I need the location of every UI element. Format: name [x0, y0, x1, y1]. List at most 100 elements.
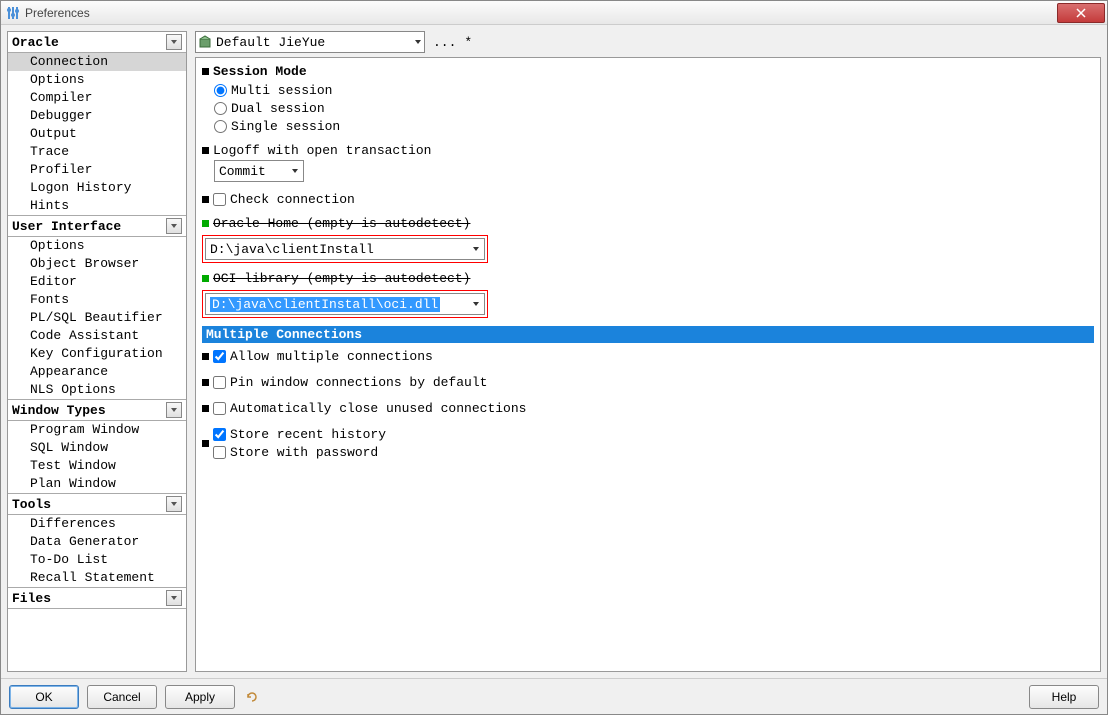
sidebar-item[interactable]: SQL Window [8, 439, 186, 457]
preset-icon [198, 35, 212, 49]
store-password-row[interactable]: Store with password [213, 443, 386, 461]
category-header[interactable]: Oracle [8, 32, 186, 53]
cancel-button[interactable]: Cancel [87, 685, 157, 709]
sidebar-item[interactable]: Output [8, 125, 186, 143]
flag-icon [202, 68, 209, 75]
sidebar-item[interactable]: Code Assistant [8, 327, 186, 345]
sidebar-item[interactable]: Test Window [8, 457, 186, 475]
logoff-combo[interactable]: Commit [214, 160, 304, 182]
oracle-home-highlight: D:\java\clientInstall [202, 235, 488, 263]
chevron-down-icon [291, 164, 299, 179]
sidebar-item[interactable]: Logon History [8, 179, 186, 197]
sidebar: OracleConnectionOptionsCompilerDebuggerO… [7, 31, 187, 672]
session-mode-group: Session Mode Multi sessionDual sessionSi… [202, 64, 1094, 135]
oci-library-combo[interactable]: D:\java\clientInstall\oci.dll [205, 293, 485, 315]
allow-multiple-checkbox[interactable] [213, 350, 226, 363]
chevron-down-icon[interactable] [166, 402, 182, 418]
category-label: Window Types [12, 403, 106, 418]
bottom-bar: OK Cancel Apply Help [1, 678, 1107, 714]
logoff-group: Logoff with open transaction Commit [202, 143, 1094, 182]
flag-icon [202, 275, 209, 282]
preset-combo[interactable]: Default JieYue [195, 31, 425, 53]
sidebar-item[interactable]: Options [8, 71, 186, 89]
check-connection-checkbox[interactable] [213, 193, 226, 206]
session-radio[interactable] [214, 120, 227, 133]
store-history-row[interactable]: Store recent history [213, 425, 386, 443]
oci-library-highlight: D:\java\clientInstall\oci.dll [202, 290, 488, 318]
sidebar-item[interactable]: Plan Window [8, 475, 186, 493]
sidebar-item[interactable]: Data Generator [8, 533, 186, 551]
session-radio-row[interactable]: Single session [214, 117, 1094, 135]
session-radio[interactable] [214, 102, 227, 115]
flag-icon [202, 196, 209, 203]
close-button[interactable] [1057, 3, 1105, 23]
session-radio-row[interactable]: Dual session [214, 99, 1094, 117]
auto-close-row[interactable]: Automatically close unused connections [213, 399, 526, 417]
session-radio-row[interactable]: Multi session [214, 81, 1094, 99]
sidebar-item[interactable]: Program Window [8, 421, 186, 439]
category-label: User Interface [12, 219, 121, 234]
category-header[interactable]: Files [8, 587, 186, 609]
chevron-down-icon [414, 35, 422, 50]
multiple-connections-header: Multiple Connections [202, 326, 1094, 343]
sidebar-item[interactable]: Differences [8, 515, 186, 533]
sidebar-item[interactable]: Object Browser [8, 255, 186, 273]
session-radio[interactable] [214, 84, 227, 97]
oci-library-label: OCI library (empty is autodetect) [213, 271, 470, 286]
category-label: Oracle [12, 35, 59, 50]
oracle-home-combo[interactable]: D:\java\clientInstall [205, 238, 485, 260]
category-label: Files [12, 591, 51, 606]
apply-button[interactable]: Apply [165, 685, 235, 709]
auto-close-checkbox[interactable] [213, 402, 226, 415]
preferences-icon [5, 5, 21, 21]
session-mode-label: Session Mode [213, 64, 307, 79]
preset-bar: Default JieYue ... * [195, 31, 1101, 53]
sidebar-item[interactable]: Options [8, 237, 186, 255]
chevron-down-icon[interactable] [166, 590, 182, 606]
preset-ellipsis[interactable]: ... [429, 35, 460, 50]
category-header[interactable]: Tools [8, 493, 186, 515]
sidebar-item[interactable]: Hints [8, 197, 186, 215]
sidebar-item[interactable]: Key Configuration [8, 345, 186, 363]
pin-window-row[interactable]: Pin window connections by default [213, 373, 487, 391]
chevron-down-icon [472, 297, 480, 312]
sidebar-item[interactable]: Fonts [8, 291, 186, 309]
flag-icon [202, 405, 209, 412]
logoff-label: Logoff with open transaction [213, 143, 431, 158]
sidebar-item[interactable]: PL/SQL Beautifier [8, 309, 186, 327]
flag-icon [202, 220, 209, 227]
pin-window-checkbox[interactable] [213, 376, 226, 389]
check-connection-row[interactable]: Check connection [213, 190, 355, 208]
chevron-down-icon[interactable] [166, 34, 182, 50]
sidebar-item[interactable]: Profiler [8, 161, 186, 179]
content-area: OracleConnectionOptionsCompilerDebuggerO… [1, 25, 1107, 678]
store-password-checkbox[interactable] [213, 446, 226, 459]
sidebar-item[interactable]: To-Do List [8, 551, 186, 569]
oci-library-group: OCI library (empty is autodetect) D:\jav… [202, 271, 1094, 318]
help-button[interactable]: Help [1029, 685, 1099, 709]
titlebar: Preferences [1, 1, 1107, 25]
sidebar-item[interactable]: NLS Options [8, 381, 186, 399]
window-title: Preferences [25, 6, 1057, 20]
flag-icon [202, 379, 209, 386]
sidebar-item[interactable]: Compiler [8, 89, 186, 107]
chevron-down-icon[interactable] [166, 496, 182, 512]
preset-modified-star: * [464, 35, 472, 50]
allow-multiple-row[interactable]: Allow multiple connections [213, 347, 433, 365]
chevron-down-icon[interactable] [166, 218, 182, 234]
sidebar-item[interactable]: Connection [8, 53, 186, 71]
main-panel: Default JieYue ... * Session Mode Multi … [195, 31, 1101, 672]
sidebar-item[interactable]: Appearance [8, 363, 186, 381]
category-header[interactable]: User Interface [8, 215, 186, 237]
sidebar-item[interactable]: Recall Statement [8, 569, 186, 587]
ok-button[interactable]: OK [9, 685, 79, 709]
flag-icon [202, 440, 209, 447]
reset-icon[interactable] [243, 688, 261, 706]
category-header[interactable]: Window Types [8, 399, 186, 421]
store-history-group: Store recent history Store with password [202, 425, 1094, 461]
sidebar-item[interactable]: Debugger [8, 107, 186, 125]
sidebar-item[interactable]: Editor [8, 273, 186, 291]
flag-icon [202, 353, 209, 360]
store-history-checkbox[interactable] [213, 428, 226, 441]
sidebar-item[interactable]: Trace [8, 143, 186, 161]
